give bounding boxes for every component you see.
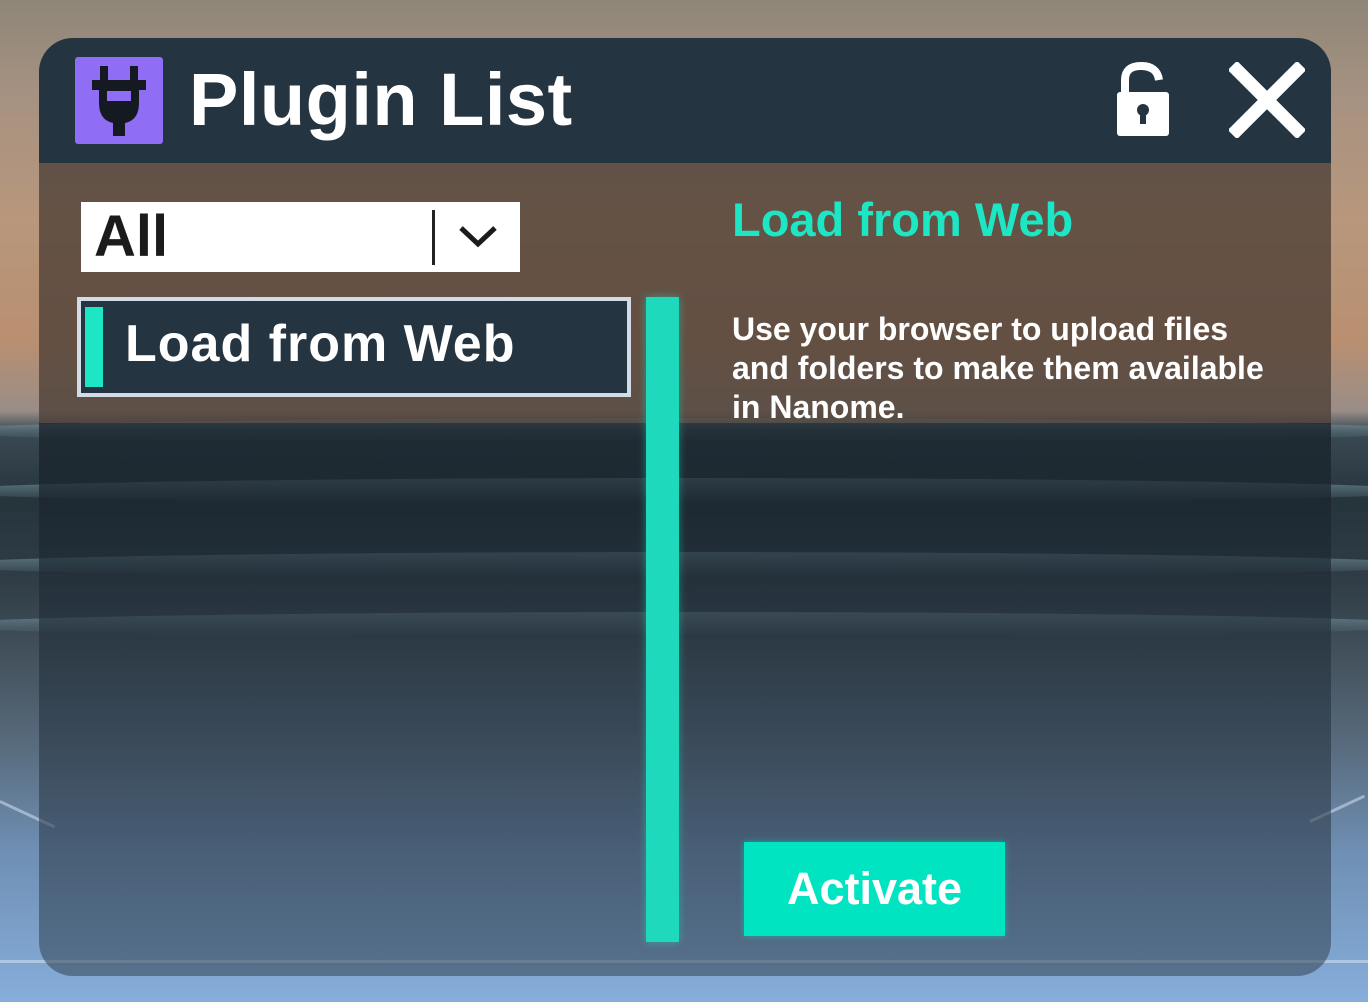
dropdown-divider xyxy=(432,210,435,265)
chevron-down-icon xyxy=(457,220,499,257)
activate-button[interactable]: Activate xyxy=(744,842,1005,936)
plugin-list-item[interactable]: Load from Web xyxy=(77,297,631,397)
selected-indicator xyxy=(85,307,103,387)
activate-button-label: Activate xyxy=(786,863,963,914)
plugin-detail-description: Use your browser to upload files and fol… xyxy=(732,311,1264,425)
plugin-list-scrollbar[interactable] xyxy=(646,297,679,942)
plugin-list-window: Plugin List All Load from Web Load from … xyxy=(39,38,1331,976)
plugin-item-label: Load from Web xyxy=(125,315,516,373)
plugin-detail-title: Load from Web xyxy=(732,193,1074,246)
category-filter-dropdown[interactable]: All xyxy=(81,202,520,272)
filter-selected-value: All xyxy=(94,204,169,269)
